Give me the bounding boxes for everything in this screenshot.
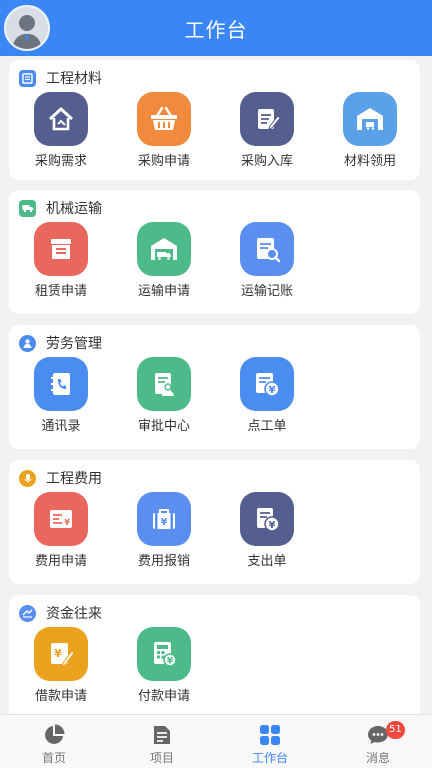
materials-icon: [19, 69, 36, 87]
item-label: 运输记账: [240, 284, 293, 299]
section-header: 劳务管理: [19, 333, 102, 353]
item-label: 通讯录: [41, 419, 81, 434]
item-contacts[interactable]: 通讯录: [9, 357, 113, 441]
item-expense-reimburse[interactable]: ¥ 费用报销: [112, 492, 216, 576]
svg-text:¥: ¥: [167, 657, 174, 667]
funds-section-icon: [19, 604, 36, 622]
svg-text:¥: ¥: [161, 517, 168, 528]
item-payment-apply[interactable]: ¥ 付款申请: [112, 627, 216, 711]
tab-home[interactable]: 首页: [0, 715, 108, 768]
item-label: 费用报销: [137, 554, 190, 569]
tab-label: 项目: [149, 751, 174, 765]
calculator-icon: ¥: [137, 627, 191, 681]
section-title: 工程材料: [46, 71, 102, 87]
document-icon: [154, 726, 170, 744]
contacts-book-icon: [34, 357, 88, 411]
approval-doc-icon: [137, 357, 191, 411]
section-card-materials: 工程材料 采购需求 采购申请 采购入库 材料领用: [9, 60, 420, 180]
item-label: 点工单: [247, 419, 287, 434]
top-app-bar: 工作台: [0, 0, 432, 56]
item-label: 租赁申请: [34, 284, 87, 299]
tab-messages[interactable]: 51 消息: [324, 715, 432, 768]
tab-label: 工作台: [251, 751, 288, 765]
item-expense-apply[interactable]: ¥ 费用申请: [9, 492, 113, 576]
labor-section-icon: [19, 334, 36, 352]
lease-shop-icon: [34, 222, 88, 276]
section-title: 劳务管理: [46, 336, 102, 352]
tab-workbench[interactable]: 工作台: [216, 715, 324, 768]
item-transport-apply[interactable]: 运输申请: [112, 222, 216, 306]
section-header: 工程费用: [19, 468, 102, 488]
item-loan-apply[interactable]: ¥ 借款申请: [9, 627, 113, 711]
section-card-funds: 资金往来 ¥ 借款申请 ¥ 付款申请: [9, 595, 420, 714]
purchase-demand-icon: [34, 92, 88, 146]
item-purchase-demand[interactable]: 采购需求: [9, 92, 113, 176]
item-transport-ledger[interactable]: 运输记账: [215, 222, 319, 306]
item-label: 材料领用: [343, 154, 396, 169]
section-title: 资金往来: [46, 606, 102, 622]
reimburse-bag-icon: ¥: [137, 492, 191, 546]
warehouse-icon: [343, 92, 397, 146]
section-title: 机械运输: [46, 201, 102, 217]
stock-in-icon: [240, 92, 294, 146]
svg-text:¥: ¥: [64, 518, 70, 527]
item-lease-apply[interactable]: 租赁申请: [9, 222, 113, 306]
workbench-content[interactable]: 工程材料 采购需求 采购申请 采购入库 材料领用 机械运输 租赁申请 运输申请 …: [0, 56, 432, 714]
svg-text:¥: ¥: [54, 647, 62, 660]
item-payment-order[interactable]: ¥ 支出单: [215, 492, 319, 576]
item-approval-center[interactable]: 审批中心: [112, 357, 216, 441]
truck-section-icon: [19, 199, 36, 217]
item-purchase-apply[interactable]: 采购申请: [112, 92, 216, 176]
item-label: 运输申请: [137, 284, 190, 299]
expense-section-icon: [19, 469, 36, 487]
section-card-expense: 工程费用 ¥ 费用申请 ¥ 费用报销 ¥ 支出单: [9, 460, 420, 584]
item-label: 支出单: [247, 554, 287, 569]
section-header: 资金往来: [19, 603, 102, 623]
shopping-basket-icon: [137, 92, 191, 146]
loan-note-icon: ¥: [34, 627, 88, 681]
work-order-yuan-icon: ¥: [240, 357, 294, 411]
item-label: 审批中心: [137, 419, 190, 434]
section-card-transport: 机械运输 租赁申请 运输申请 运输记账: [9, 190, 420, 314]
tab-label: 消息: [365, 751, 390, 765]
payment-doc-icon: ¥: [240, 492, 294, 546]
pie-chart-icon: [45, 724, 65, 744]
item-label: 付款申请: [137, 689, 190, 704]
page-title: 工作台: [184, 18, 248, 42]
item-work-order[interactable]: ¥ 点工单: [215, 357, 319, 441]
tab-label: 首页: [41, 751, 66, 765]
section-title: 工程费用: [46, 471, 102, 487]
item-label: 采购需求: [34, 154, 87, 169]
section-card-labor: 劳务管理 通讯录 审批中心 ¥ 点工单: [9, 325, 420, 449]
transport-ledger-icon: [240, 222, 294, 276]
svg-text:¥: ¥: [269, 520, 276, 531]
expense-card-icon: ¥: [34, 492, 88, 546]
item-stock-in[interactable]: 采购入库: [215, 92, 319, 176]
item-label: 费用申请: [34, 554, 87, 569]
bottom-tab-bar: 首页 项目 工作台 51 消息: [0, 714, 432, 768]
svg-text:¥: ¥: [269, 385, 276, 396]
unread-badge: 51: [386, 721, 405, 739]
item-label: 借款申请: [34, 689, 87, 704]
grid-icon: [260, 725, 280, 745]
item-label: 采购申请: [137, 154, 190, 169]
section-header: 机械运输: [19, 198, 102, 218]
section-header: 工程材料: [19, 68, 102, 88]
item-material-collect[interactable]: 材料领用: [318, 92, 422, 176]
transport-garage-icon: [137, 222, 191, 276]
tab-project[interactable]: 项目: [108, 715, 216, 768]
item-label: 采购入库: [240, 154, 293, 169]
